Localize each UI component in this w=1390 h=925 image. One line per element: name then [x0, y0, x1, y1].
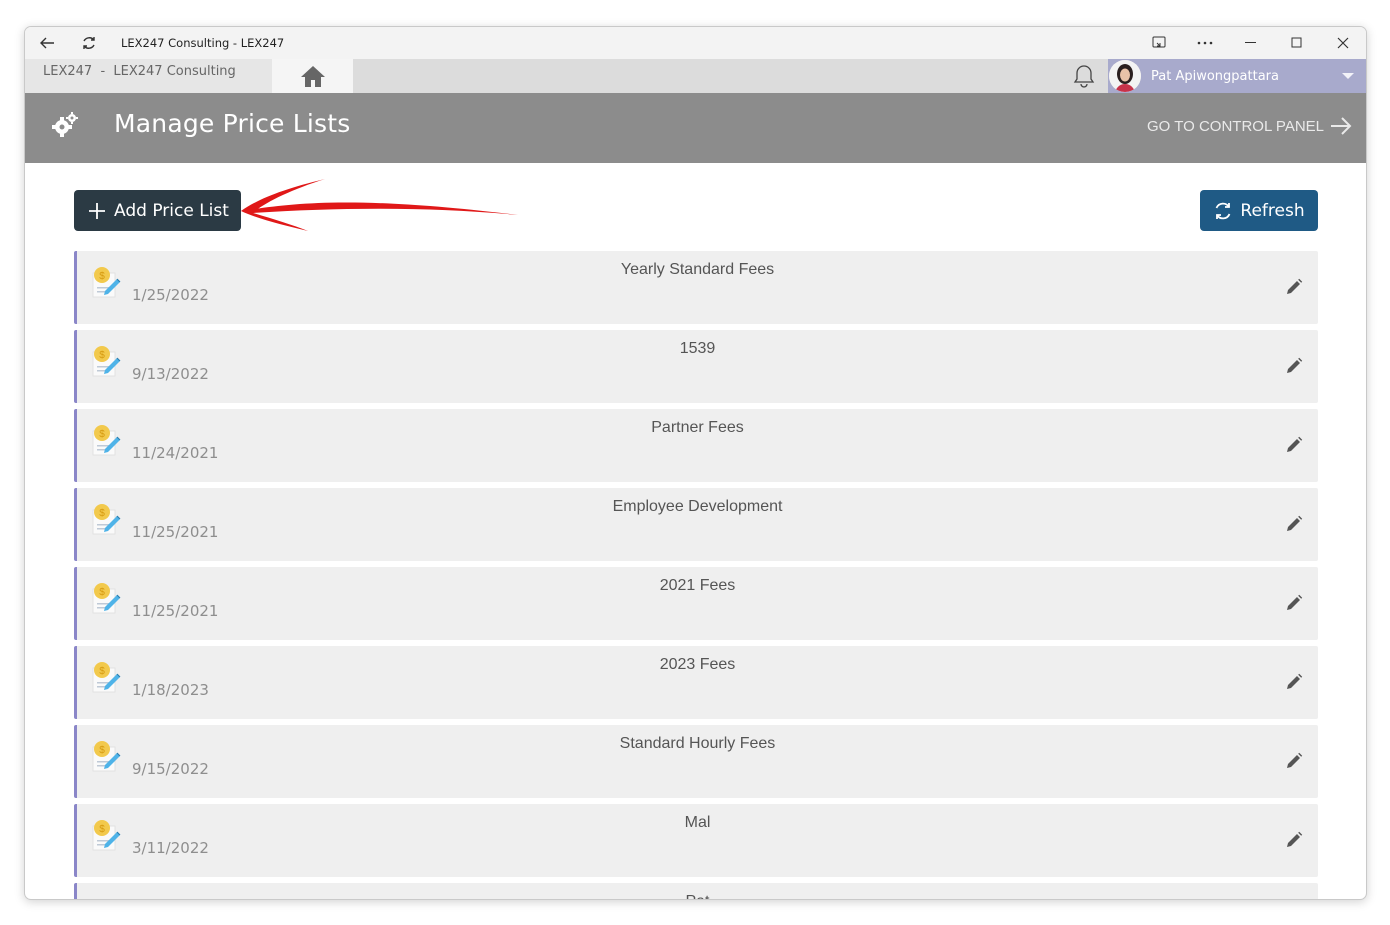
close-icon [1337, 37, 1349, 49]
gears-icon [52, 112, 78, 137]
price-list-date: 1/18/2023 [132, 681, 209, 699]
maximize-button[interactable] [1274, 27, 1320, 59]
breadcrumb[interactable]: LEX247 - LEX247 Consulting [25, 59, 272, 93]
go-to-control-panel-link[interactable]: GO TO CONTROL PANEL [1147, 117, 1352, 135]
plus-icon [89, 202, 105, 219]
pencil-icon[interactable] [1284, 672, 1304, 692]
price-list-item[interactable]: $ Yearly Standard Fees 1/25/2022 [74, 251, 1318, 324]
reload-button[interactable] [73, 27, 105, 59]
reload-icon [83, 37, 95, 49]
control-panel-label: GO TO CONTROL PANEL [1147, 117, 1324, 135]
price-list-name: 1539 [679, 340, 716, 357]
home-icon [300, 66, 325, 87]
price-list-date: 11/25/2021 [132, 523, 219, 541]
bell-icon [1073, 65, 1095, 88]
pencil-icon[interactable] [1284, 751, 1304, 771]
maximize-icon [1291, 37, 1302, 48]
app-window: LEX247 Consulting - LEX247 LEX247 - LEX2… [24, 26, 1367, 900]
refresh-label: Refresh [1240, 200, 1305, 221]
pencil-icon[interactable] [1284, 435, 1304, 455]
minimize-button[interactable] [1228, 27, 1274, 59]
price-list-date: 9/13/2022 [132, 365, 209, 383]
pencil-icon[interactable] [1284, 593, 1304, 613]
price-list-name: 2021 Fees [659, 577, 736, 594]
window-title: LEX247 Consulting - LEX247 [121, 36, 285, 50]
pencil-icon[interactable] [1284, 514, 1304, 534]
price-list-date: 3/11/2022 [132, 839, 209, 857]
price-list-name: Partner Fees [651, 419, 744, 436]
add-price-list-button[interactable]: Add Price List [74, 190, 241, 231]
price-list-item[interactable]: $ Partner Fees 11/24/2021 [74, 409, 1318, 482]
page-header: Manage Price Lists GO TO CONTROL PANEL [25, 93, 1366, 163]
cast-button[interactable] [1136, 27, 1182, 59]
chevron-down-icon [1342, 73, 1354, 79]
minimize-icon [1245, 42, 1256, 43]
arrow-right-icon [1331, 117, 1352, 135]
price-list-item[interactable]: $ 1539 9/13/2022 [74, 330, 1318, 403]
close-button[interactable] [1320, 27, 1366, 59]
price-list-item[interactable]: $ Mal 3/11/2022 [74, 804, 1318, 877]
price-list-name: Pat [77, 893, 1318, 899]
price-list-name: Employee Development [612, 498, 783, 515]
add-price-list-label: Add Price List [114, 200, 229, 221]
price-list-item[interactable]: $ Standard Hourly Fees 9/15/2022 [74, 725, 1318, 798]
price-list-name: Yearly Standard Fees [620, 261, 775, 278]
annotation-arrow [241, 179, 518, 231]
refresh-button[interactable]: Refresh [1200, 190, 1318, 231]
price-list-date: 9/15/2022 [132, 760, 209, 778]
page-title: Manage Price Lists [114, 109, 351, 138]
pencil-icon[interactable] [1284, 277, 1304, 297]
price-list-list: $ Yearly Standard Fees 1/25/2022 $ 1539 … [74, 251, 1318, 899]
more-dots-icon [1197, 41, 1213, 45]
price-list-item[interactable]: $ 2021 Fees 11/25/2021 [74, 567, 1318, 640]
avatar [1109, 60, 1141, 92]
price-list-item[interactable]: $ Employee Development 11/25/2021 [74, 488, 1318, 561]
pencil-icon[interactable] [1284, 356, 1304, 376]
user-menu[interactable]: Pat Apiwongpattara [1108, 59, 1366, 93]
back-arrow-icon [40, 37, 54, 49]
cast-icon [1152, 36, 1166, 48]
app-bar: LEX247 - LEX247 Consulting Pat Apiwongpa… [25, 59, 1366, 93]
back-button[interactable] [31, 27, 63, 59]
price-list-date: 1/25/2022 [132, 286, 209, 304]
refresh-icon [1216, 202, 1231, 219]
price-list-date: 11/25/2021 [132, 602, 219, 620]
user-name: Pat Apiwongpattara [1151, 68, 1279, 84]
price-list-name: 2023 Fees [659, 656, 736, 673]
more-button[interactable] [1182, 27, 1228, 59]
title-bar: LEX247 Consulting - LEX247 [25, 27, 1366, 59]
price-list-date: 11/24/2021 [132, 444, 219, 462]
price-list-item[interactable]: $ Pat [74, 883, 1318, 899]
pencil-icon[interactable] [1284, 830, 1304, 850]
price-list-item[interactable]: $ 2023 Fees 1/18/2023 [74, 646, 1318, 719]
notifications-button[interactable] [1071, 63, 1097, 89]
home-button[interactable] [272, 59, 353, 93]
price-list-name: Mal [684, 814, 711, 831]
price-list-name: Standard Hourly Fees [619, 735, 776, 752]
